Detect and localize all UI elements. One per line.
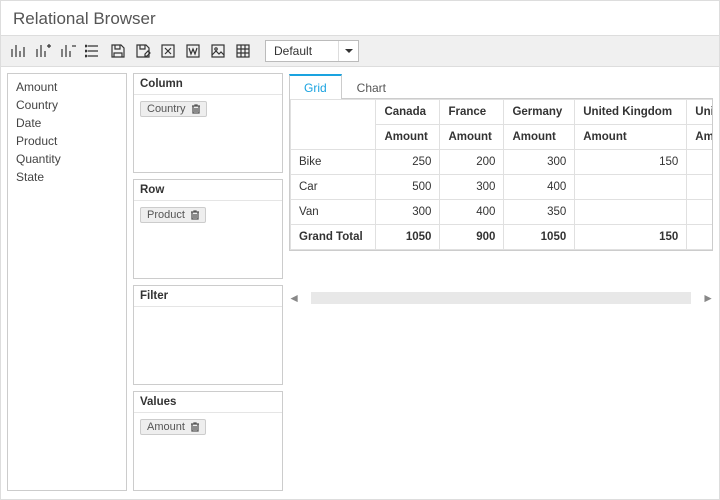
field-item[interactable]: State [16,168,118,186]
total-cell: 1050 [376,225,440,250]
field-item[interactable]: Date [16,114,118,132]
pill-country[interactable]: Country [140,101,207,117]
cell: 350 [504,200,575,225]
table-row: Bike 250 200 300 150 300 [291,150,714,175]
total-cell: 1050 [504,225,575,250]
cell: 250 [376,150,440,175]
measure-header: Amount [376,125,440,150]
pill-amount[interactable]: Amount [140,419,206,435]
pill-label: Amount [147,421,185,433]
col-header[interactable]: United Kingdom [575,100,687,125]
bar-chart-remove-icon[interactable] [57,40,79,62]
pill-product[interactable]: Product [140,207,206,223]
total-cell: 150 [575,225,687,250]
horizontal-scrollbar[interactable]: ◄ ► [289,291,713,305]
cell: 400 [504,175,575,200]
measure-header: Amount [440,125,504,150]
chevron-down-icon[interactable] [338,41,358,61]
tab-chart[interactable]: Chart [342,75,401,99]
delete-icon[interactable] [189,209,201,221]
tab-grid[interactable]: Grid [289,74,342,99]
field-item[interactable]: Amount [16,78,118,96]
table-row: Van 300 400 350 500 [291,200,714,225]
field-item[interactable]: Product [16,132,118,150]
zone-column[interactable]: Column Country [133,73,283,173]
table-row: Car 500 300 400 650 [291,175,714,200]
delete-icon[interactable] [190,103,202,115]
zone-filter[interactable]: Filter [133,285,283,385]
field-item[interactable]: Country [16,96,118,114]
report-dropdown-value: Default [266,44,338,58]
field-list: Amount Country Date Product Quantity Sta… [7,73,127,491]
cell: 150 [575,150,687,175]
cell [575,175,687,200]
measure-header: Amount [687,125,713,150]
pill-label: Country [147,103,186,115]
toolbar: Default [1,35,719,67]
col-header[interactable]: Germany [504,100,575,125]
drop-zones: Column Country Row Product Filter Value [133,73,283,491]
cell: 300 [504,150,575,175]
cell [575,200,687,225]
zone-row-header: Row [134,180,282,201]
grand-total-label: Grand Total [291,225,376,250]
main-area: Grid Chart Canada France Germany United … [289,73,713,491]
pivot-grid[interactable]: Canada France Germany United Kingdom Uni… [289,99,713,251]
cell: 300 [440,175,504,200]
measure-header: Amount [575,125,687,150]
save-as-icon[interactable] [132,40,154,62]
export-image-icon[interactable] [207,40,229,62]
row-header[interactable]: Van [291,200,376,225]
zone-row[interactable]: Row Product [133,179,283,279]
scroll-left-icon[interactable]: ◄ [289,293,299,303]
scroll-right-icon[interactable]: ► [703,293,713,303]
bar-chart-icon[interactable] [7,40,29,62]
settings-grid-icon[interactable] [232,40,254,62]
pill-label: Product [147,209,185,221]
zone-values-header: Values [134,392,282,413]
cell: 400 [440,200,504,225]
cell: 200 [440,150,504,175]
cell: 650 [687,175,713,200]
col-header[interactable]: Canada [376,100,440,125]
zone-column-header: Column [134,74,282,95]
zone-filter-header: Filter [134,286,282,307]
grand-total-row: Grand Total 1050 900 1050 150 1450 [291,225,714,250]
scroll-track[interactable] [311,292,691,304]
total-cell: 900 [440,225,504,250]
row-header[interactable]: Car [291,175,376,200]
export-excel-icon[interactable] [157,40,179,62]
list-icon[interactable] [82,40,104,62]
cell: 300 [687,150,713,175]
save-icon[interactable] [107,40,129,62]
cell: 500 [687,200,713,225]
cell: 300 [376,200,440,225]
col-header[interactable]: United States [687,100,713,125]
bar-chart-add-icon[interactable] [32,40,54,62]
total-cell: 1450 [687,225,713,250]
corner-cell [291,100,376,150]
measure-header: Amount [504,125,575,150]
col-header[interactable]: France [440,100,504,125]
field-item[interactable]: Quantity [16,150,118,168]
delete-icon[interactable] [189,421,201,433]
tab-strip: Grid Chart [289,73,713,99]
cell: 500 [376,175,440,200]
row-header[interactable]: Bike [291,150,376,175]
zone-values[interactable]: Values Amount [133,391,283,491]
report-dropdown[interactable]: Default [265,40,359,62]
page-title: Relational Browser [1,1,719,35]
export-word-icon[interactable] [182,40,204,62]
